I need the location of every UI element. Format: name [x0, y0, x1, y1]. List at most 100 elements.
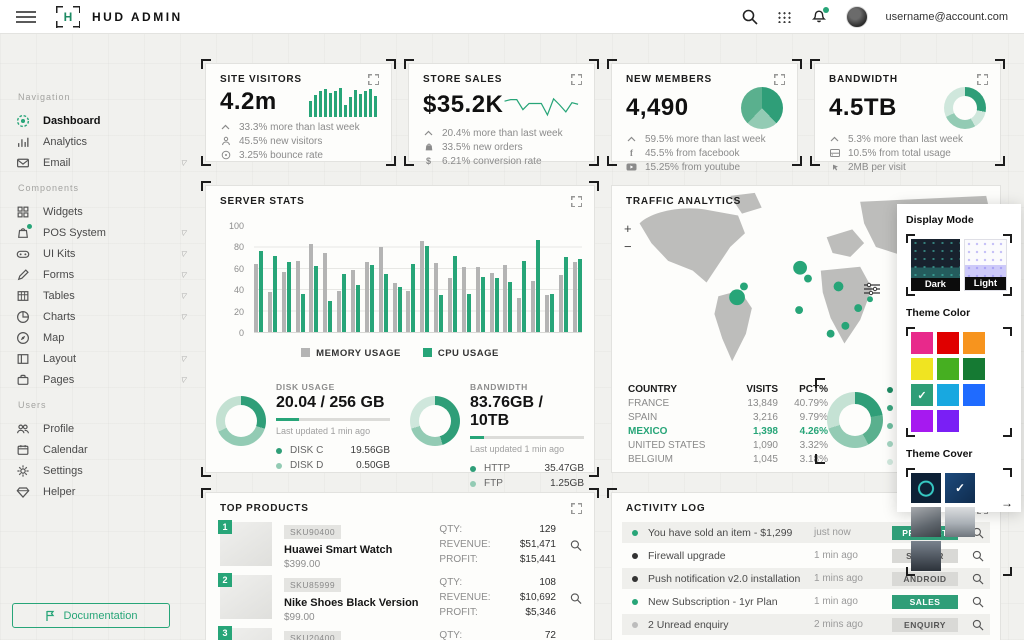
- traffic-map-dot[interactable]: [795, 306, 803, 314]
- theme-color-swatch-selected[interactable]: ✓: [911, 384, 933, 406]
- sidebar-item-widgets[interactable]: Widgets: [16, 201, 200, 222]
- traffic-map-dot[interactable]: [854, 304, 862, 312]
- map-zoom-out-button[interactable]: −: [624, 242, 632, 252]
- stat-text: 2MB per visit: [848, 162, 906, 173]
- sidebar-item-map[interactable]: Map: [16, 327, 200, 348]
- product-search-icon[interactable]: [570, 592, 582, 605]
- sidebar-item-dashboard[interactable]: Dashboard: [16, 110, 200, 131]
- theme-color-swatch[interactable]: [963, 384, 985, 406]
- activity-search-icon[interactable]: [972, 619, 984, 631]
- traffic-map-dot[interactable]: [804, 275, 812, 283]
- sidebar-item-layout[interactable]: Layout▽: [16, 348, 200, 369]
- sidebar-item-pos-system[interactable]: POS System▽: [16, 222, 200, 243]
- spark-bar: [344, 105, 347, 117]
- sidebar-item-helper[interactable]: Helper: [16, 481, 200, 502]
- map-zoom-in-button[interactable]: +: [624, 224, 632, 234]
- activity-row[interactable]: 2 Unread enquiry2 mins agoENQUIRY: [622, 614, 990, 635]
- sidebar-item-label: Email: [43, 157, 71, 169]
- profit-label: PROFIT:: [439, 554, 477, 565]
- sidebar-item-forms[interactable]: Forms▽: [16, 264, 200, 285]
- theme-cover-blue[interactable]: ✓: [945, 473, 975, 503]
- chevron-down-icon: ▽: [181, 313, 186, 321]
- theme-cover-station[interactable]: [945, 507, 975, 537]
- y-tick-label: 0: [239, 328, 244, 338]
- traffic-map-dot[interactable]: [729, 289, 745, 305]
- traffic-map-dot[interactable]: [834, 282, 844, 292]
- widgets-grid-icon: [16, 205, 30, 219]
- expand-icon[interactable]: [571, 74, 582, 85]
- expand-icon[interactable]: [368, 74, 379, 85]
- user-avatar[interactable]: [846, 6, 868, 28]
- theme-color-swatch[interactable]: [963, 358, 985, 380]
- theme-cover-city[interactable]: [911, 541, 941, 571]
- sidebar-item-analytics[interactable]: Analytics: [16, 131, 200, 152]
- map-filter-sliders-icon[interactable]: [864, 282, 880, 296]
- legend-memory: MEMORY USAGE: [301, 348, 401, 359]
- theme-color-swatch[interactable]: [937, 358, 959, 380]
- revenue-label: REVENUE:: [439, 592, 490, 603]
- product-search-icon[interactable]: [570, 539, 582, 552]
- chevron-down-icon: ▽: [181, 292, 186, 300]
- bar-pair: [337, 274, 346, 332]
- theme-color-swatch[interactable]: [937, 384, 959, 406]
- theme-cover-mountain[interactable]: [911, 507, 941, 537]
- display-mode-dark-option[interactable]: Dark: [911, 239, 960, 291]
- target-icon: [220, 150, 231, 161]
- hamburger-menu-icon[interactable]: [16, 11, 36, 23]
- notifications-bell-icon[interactable]: [810, 8, 828, 26]
- disk-usage-label: DISK USAGE: [276, 382, 390, 392]
- theme-color-swatch[interactable]: [937, 332, 959, 354]
- sidebar-item-profile[interactable]: Profile: [16, 418, 200, 439]
- panel-arrow-icon[interactable]: →: [1001, 496, 1013, 510]
- theme-color-swatch[interactable]: [963, 332, 985, 354]
- product-row[interactable]: 1 SKU90400 Huawei Smart Watch $399.00 QT…: [220, 522, 582, 568]
- table-row[interactable]: SPAIN3,2169.79%: [628, 410, 828, 424]
- product-row[interactable]: 2 SKU85999 Nike Shoes Black Version $99.…: [220, 575, 582, 621]
- activity-search-icon[interactable]: [972, 596, 984, 608]
- theme-settings-panel: Display Mode Dark Light Theme Color ✓ Th…: [897, 204, 1021, 512]
- display-mode-light-option[interactable]: Light: [964, 239, 1007, 291]
- line-sparkline: [503, 87, 580, 123]
- table-row[interactable]: UNITED STATES1,0903.32%: [628, 438, 828, 452]
- bar-pair: [448, 256, 457, 332]
- bar-pair: [517, 261, 526, 332]
- expand-icon[interactable]: [977, 74, 988, 85]
- apps-grid-icon[interactable]: [777, 11, 792, 23]
- chevron-down-icon: ▽: [181, 250, 186, 258]
- sidebar-item-calendar[interactable]: Calendar: [16, 439, 200, 460]
- sidebar-item-tables[interactable]: Tables▽: [16, 285, 200, 306]
- theme-cover-ring-dark[interactable]: [911, 473, 941, 503]
- expand-icon[interactable]: [571, 196, 582, 207]
- sidebar-item-settings[interactable]: Settings: [16, 460, 200, 481]
- logo-letter: H: [64, 10, 73, 24]
- card-top-products: TOP PRODUCTS 1 SKU90400 Huawei Smart Wat…: [205, 492, 595, 640]
- app-logo[interactable]: H: [56, 6, 80, 28]
- sidebar-item-email[interactable]: Email▽: [16, 152, 200, 173]
- traffic-map-dot[interactable]: [841, 322, 849, 330]
- traffic-map-dot[interactable]: [867, 296, 873, 302]
- bar-pair: [490, 273, 499, 332]
- theme-color-swatch[interactable]: [911, 410, 933, 432]
- product-row[interactable]: 3 SKU20400 White Sony PS4 QTY:72 REVENUE…: [220, 628, 582, 640]
- theme-color-swatch[interactable]: [937, 410, 959, 432]
- table-row-highlighted[interactable]: MEXICO1,3984.26%: [628, 424, 828, 438]
- sidebar-item-charts[interactable]: Charts▽: [16, 306, 200, 327]
- theme-color-swatch[interactable]: [911, 332, 933, 354]
- table-row[interactable]: BELGIUM1,0453.18%: [628, 452, 828, 466]
- traffic-map-dot[interactable]: [793, 261, 807, 275]
- activity-row[interactable]: New Subscription - 1yr Plan1 min agoSALE…: [622, 591, 990, 612]
- bar-pair: [254, 251, 263, 332]
- traffic-map-dot[interactable]: [740, 282, 748, 290]
- table-row[interactable]: FRANCE13,84940.79%: [628, 396, 828, 410]
- status-dot: [632, 576, 638, 582]
- expand-icon[interactable]: [571, 503, 582, 514]
- theme-color-swatch[interactable]: [911, 358, 933, 380]
- documentation-button[interactable]: Documentation: [12, 603, 170, 628]
- search-icon[interactable]: [741, 8, 759, 26]
- traffic-map-dot[interactable]: [827, 330, 835, 338]
- sidebar-item-pages[interactable]: Pages▽: [16, 369, 200, 390]
- card-title: NEW MEMBERS: [626, 74, 712, 85]
- sidebar-item-ui-kits[interactable]: UI Kits▽: [16, 243, 200, 264]
- compass-icon: [16, 331, 30, 345]
- expand-icon[interactable]: [774, 74, 785, 85]
